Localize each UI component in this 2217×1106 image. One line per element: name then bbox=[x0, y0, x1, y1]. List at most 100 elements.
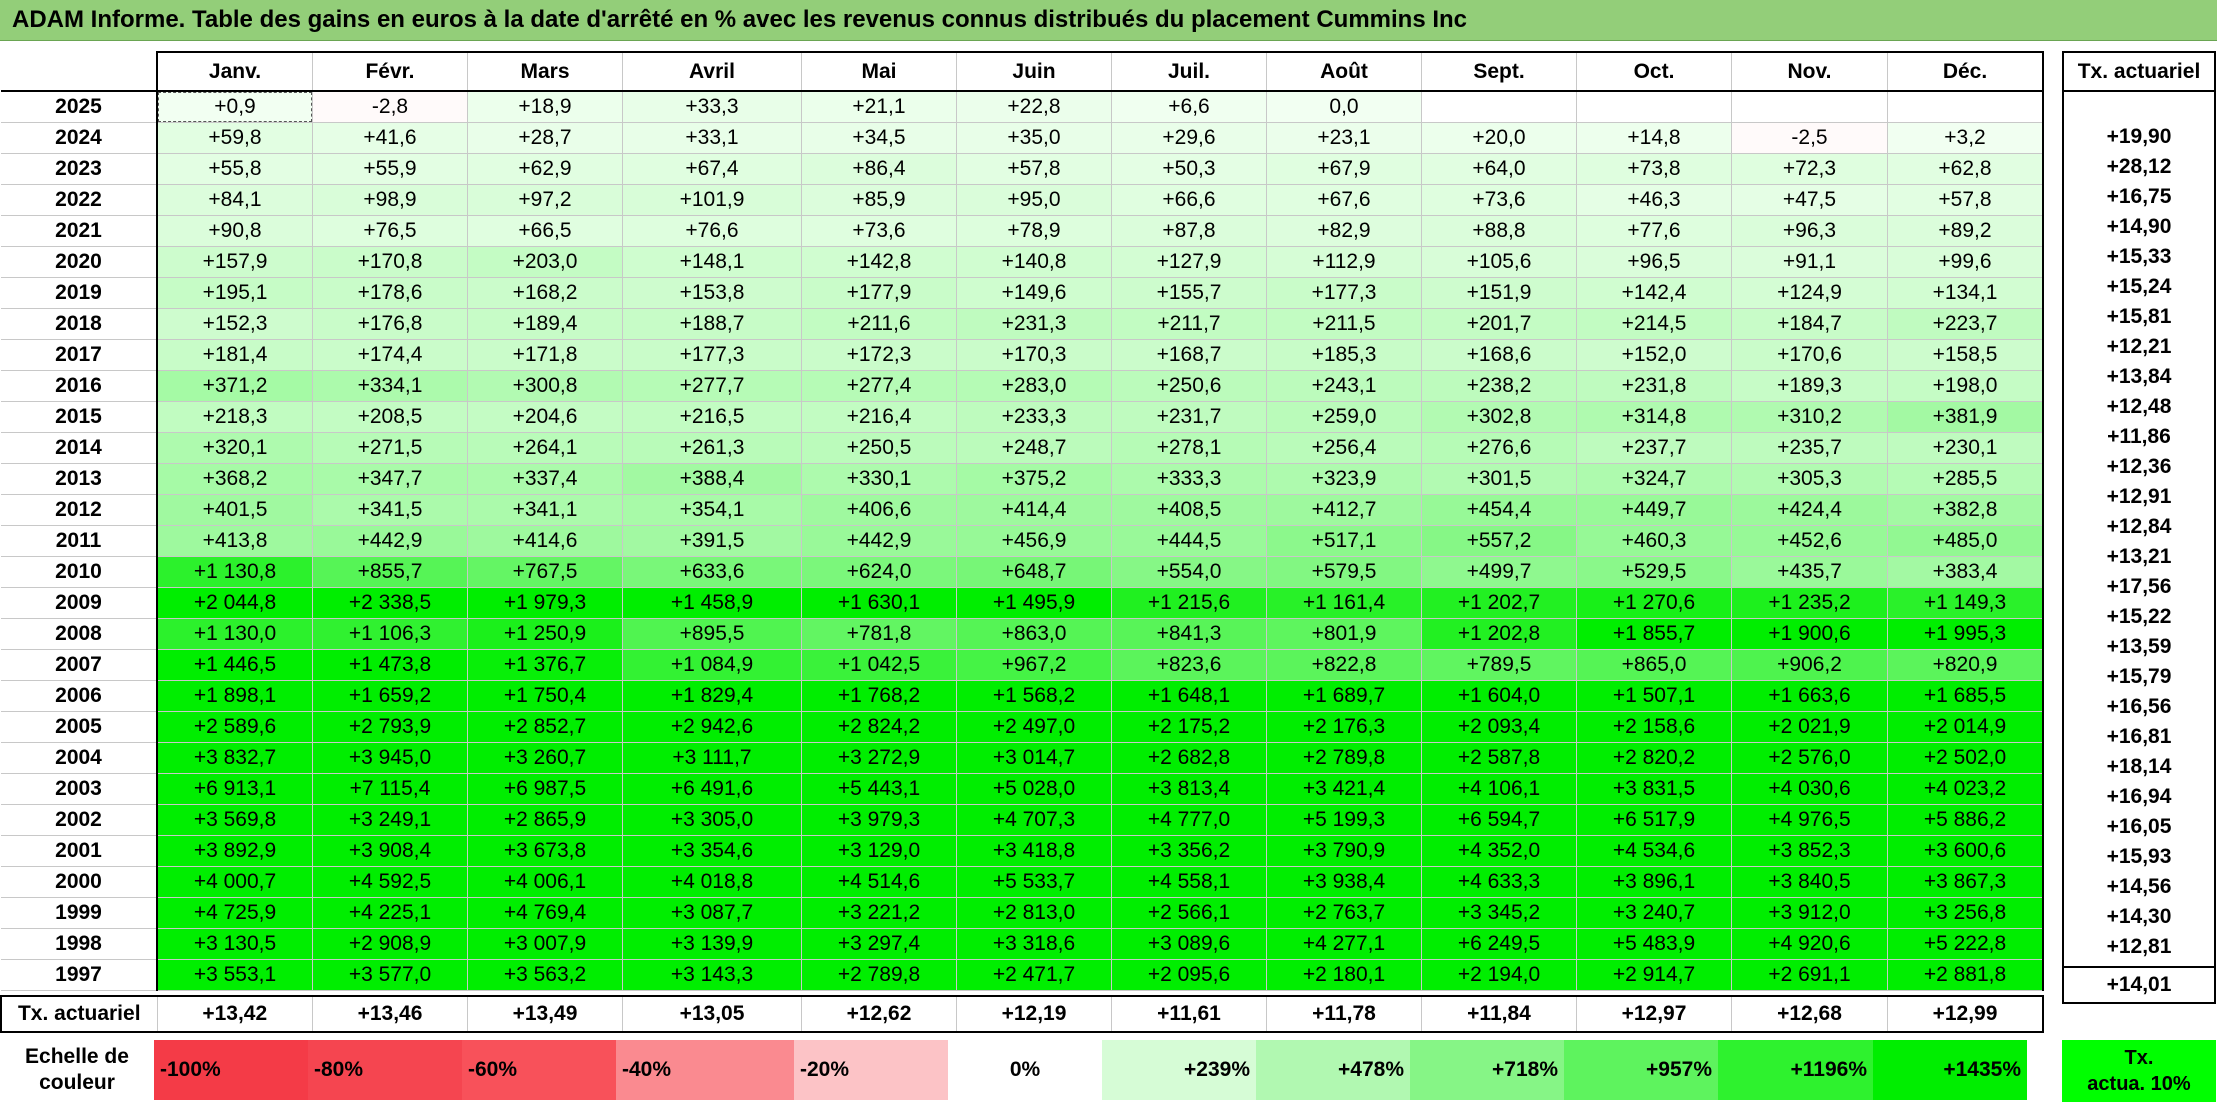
gain-cell: +456,9 bbox=[956, 525, 1112, 557]
gain-cell: +204,6 bbox=[467, 401, 623, 433]
gain-cell: +3 938,4 bbox=[1266, 866, 1422, 898]
gain-cell: +57,8 bbox=[1887, 184, 2044, 216]
actuarial-month-cell: +13,42 bbox=[156, 995, 313, 1033]
gain-cell: +99,6 bbox=[1887, 246, 2044, 278]
year-row: 2023 +55,8 +55,9 +62,9 +67,4 +86,4 +57,8 +50,3 +… bbox=[1, 153, 2044, 185]
year-label: 2010 bbox=[1, 556, 158, 588]
gain-cell: +330,1 bbox=[801, 463, 957, 495]
color-scale-stop: -40% bbox=[616, 1040, 794, 1100]
gain-cell: +1 900,6 bbox=[1731, 618, 1888, 650]
gain-cell: +406,6 bbox=[801, 494, 957, 526]
gain-cell: +767,5 bbox=[467, 556, 623, 588]
gain-cell: +2 942,6 bbox=[622, 711, 802, 743]
gain-cell: +452,6 bbox=[1731, 525, 1888, 557]
gain-cell: +424,4 bbox=[1731, 494, 1888, 526]
gain-cell: +189,4 bbox=[467, 308, 623, 340]
gain-cell: +3 297,4 bbox=[801, 928, 957, 960]
year-row: 2001 +3 892,9 +3 908,4 +3 673,8 +3 354,6 +3 1… bbox=[1, 835, 2044, 867]
gain-cell: +823,6 bbox=[1111, 649, 1267, 681]
gain-cell: +214,5 bbox=[1576, 308, 1732, 340]
gain-cell: +6 517,9 bbox=[1576, 804, 1732, 836]
gain-cell: +2 852,7 bbox=[467, 711, 623, 743]
gain-cell: +1 659,2 bbox=[312, 680, 468, 712]
page-title: ADAM Informe. Table des gains en euros à… bbox=[12, 6, 1468, 33]
gain-cell: +168,2 bbox=[467, 277, 623, 309]
gain-cell: +112,9 bbox=[1266, 246, 1422, 278]
gain-cell: +211,5 bbox=[1266, 308, 1422, 340]
gain-cell: +3 249,1 bbox=[312, 804, 468, 836]
actuarial-cell: +18,14 bbox=[2062, 752, 2216, 782]
gain-cell: +1 042,5 bbox=[801, 649, 957, 681]
color-scale-stop: +1435% bbox=[1873, 1040, 2027, 1100]
actuarial-month-cell: +11,78 bbox=[1266, 995, 1422, 1033]
gain-cell: +6 249,5 bbox=[1421, 928, 1577, 960]
gain-cell: +1 685,5 bbox=[1887, 680, 2044, 712]
gain-cell: +1 979,3 bbox=[467, 587, 623, 619]
gain-cell: +231,7 bbox=[1111, 401, 1267, 433]
actuarial-cell: +16,81 bbox=[2062, 722, 2216, 752]
year-row: 2010 +1 130,8 +855,7 +767,5 +633,6 +624,0 +648… bbox=[1, 556, 2044, 588]
year-row: 2011 +413,8 +442,9 +414,6 +391,5 +442,9 +456,9… bbox=[1, 525, 2044, 557]
gain-cell: +3 130,5 bbox=[156, 928, 313, 960]
gain-cell: +3 345,2 bbox=[1421, 897, 1577, 929]
gain-cell: +1 648,1 bbox=[1111, 680, 1267, 712]
gain-cell: +152,0 bbox=[1576, 339, 1732, 371]
gain-cell: +3 892,9 bbox=[156, 835, 313, 867]
gain-cell: +2 566,1 bbox=[1111, 897, 1267, 929]
gain-cell: +1 855,7 bbox=[1576, 618, 1732, 650]
gain-cell: +59,8 bbox=[156, 122, 313, 154]
gain-cell: +149,6 bbox=[956, 277, 1112, 309]
year-label: 2022 bbox=[1, 184, 158, 216]
year-row: 2022 +84,1 +98,9 +97,2 +101,9 +85,9 +95,0 +66,6… bbox=[1, 184, 2044, 216]
color-scale-stop: +957% bbox=[1564, 1040, 1718, 1100]
gain-cell: +1 663,6 bbox=[1731, 680, 1888, 712]
gain-cell: +334,1 bbox=[312, 370, 468, 402]
gain-cell: +2 820,2 bbox=[1576, 742, 1732, 774]
gain-cell: +62,9 bbox=[467, 153, 623, 185]
gain-cell: +2 044,8 bbox=[156, 587, 313, 619]
gain-cell: +105,6 bbox=[1421, 246, 1577, 278]
gain-cell: +4 534,6 bbox=[1576, 835, 1732, 867]
gain-cell: +158,5 bbox=[1887, 339, 2044, 371]
gain-cell: +314,8 bbox=[1576, 401, 1732, 433]
actuarial-cell: +16,56 bbox=[2062, 692, 2216, 722]
gain-cell bbox=[1887, 90, 2044, 123]
actuarial-cell: +12,21 bbox=[2062, 332, 2216, 362]
gain-cell: +3 852,3 bbox=[1731, 835, 1888, 867]
year-label: 2017 bbox=[1, 339, 158, 371]
gain-cell: +499,7 bbox=[1421, 556, 1577, 588]
gain-cell: +4 225,1 bbox=[312, 897, 468, 929]
gain-cell: +2 789,8 bbox=[801, 959, 957, 991]
gain-cell: +4 106,1 bbox=[1421, 773, 1577, 805]
year-label: 2015 bbox=[1, 401, 158, 433]
actuarial-cell: +17,56 bbox=[2062, 572, 2216, 602]
gain-cell: +6 594,7 bbox=[1421, 804, 1577, 836]
gain-cell: +1 215,6 bbox=[1111, 587, 1267, 619]
gain-cell: +2 176,3 bbox=[1266, 711, 1422, 743]
color-scale-stop: -20% bbox=[794, 1040, 948, 1100]
gain-cell: +140,8 bbox=[956, 246, 1112, 278]
actuarial-month-cell: +12,19 bbox=[956, 995, 1112, 1033]
month-header: Févr. bbox=[312, 51, 468, 92]
gain-cell: +2 587,8 bbox=[1421, 742, 1577, 774]
gain-cell: +7 115,4 bbox=[312, 773, 468, 805]
gain-cell bbox=[1576, 90, 1732, 123]
gain-cell: +3 221,2 bbox=[801, 897, 957, 929]
gain-cell: +1 689,7 bbox=[1266, 680, 1422, 712]
month-header: Nov. bbox=[1731, 51, 1888, 92]
gain-cell: +46,3 bbox=[1576, 184, 1732, 216]
gain-cell: +6 987,5 bbox=[467, 773, 623, 805]
gain-cell: +66,6 bbox=[1111, 184, 1267, 216]
gain-cell: +4 777,0 bbox=[1111, 804, 1267, 836]
actuarial-cell: +14,90 bbox=[2062, 212, 2216, 242]
gain-cell: +223,7 bbox=[1887, 308, 2044, 340]
gain-cell: +171,8 bbox=[467, 339, 623, 371]
year-row: 2019 +195,1 +178,6 +168,2 +153,8 +177,9 +149,6… bbox=[1, 277, 2044, 309]
title-bar: ADAM Informe. Table des gains en euros à… bbox=[0, 0, 2217, 41]
gain-cell: +401,5 bbox=[156, 494, 313, 526]
gain-cell: +414,6 bbox=[467, 525, 623, 557]
gain-cell: +1 768,2 bbox=[801, 680, 957, 712]
gain-cell: +3 421,4 bbox=[1266, 773, 1422, 805]
gain-cell: +170,8 bbox=[312, 246, 468, 278]
gain-cell: +3 305,0 bbox=[622, 804, 802, 836]
